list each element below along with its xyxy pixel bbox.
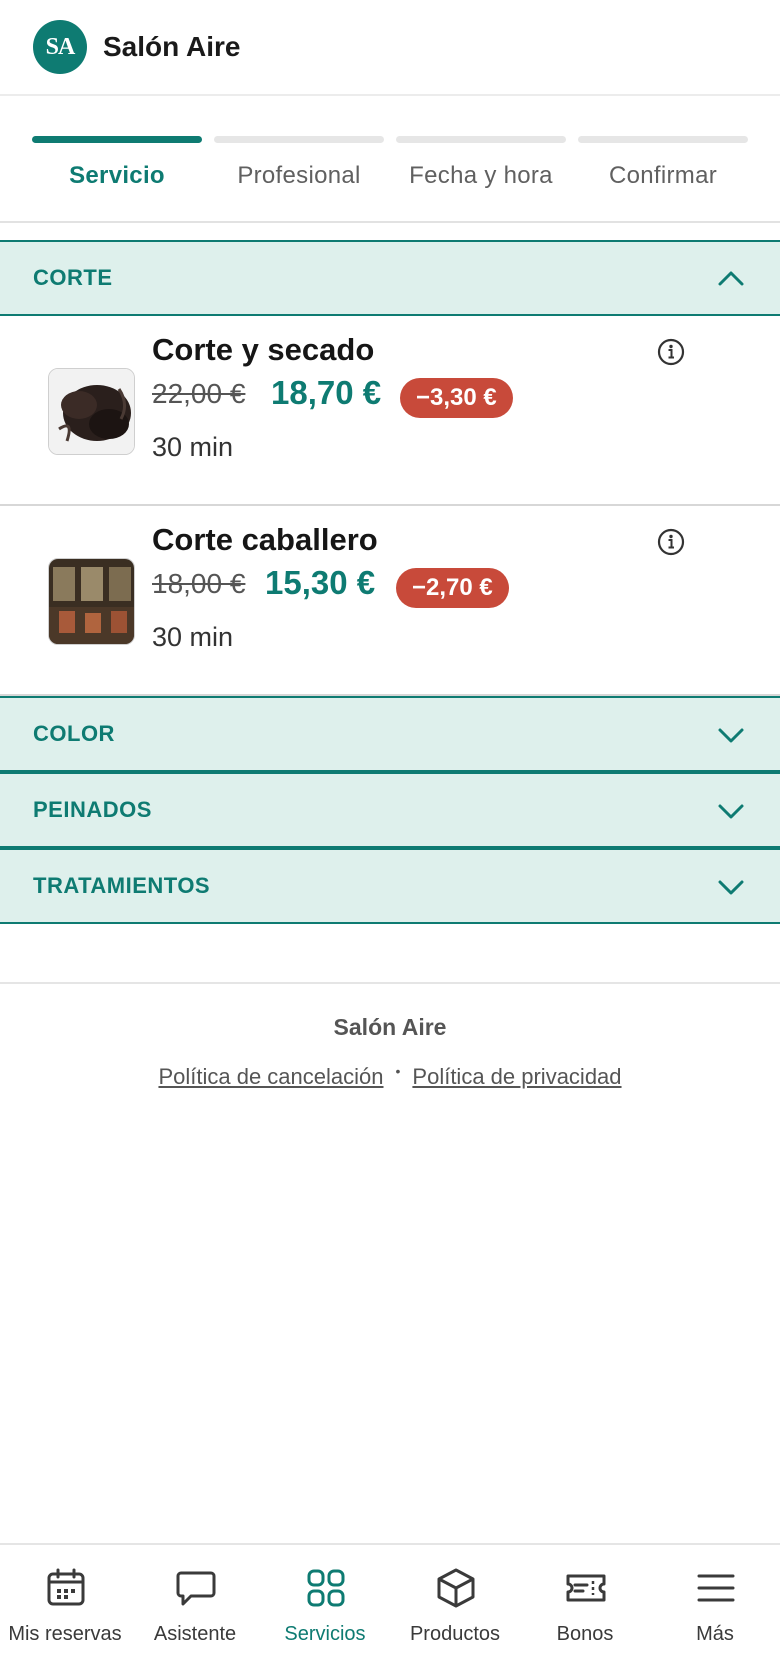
footer-salon-name: Salón Aire [333,1014,447,1040]
booking-stepper: Servicio Profesional Fecha y hora Confir… [0,96,780,223]
bottom-nav: Mis reservas Asistente Servicios Product… [0,1543,780,1660]
step-progress-bar [578,136,748,143]
nav-label: Mis reservas [8,1623,122,1645]
discount-badge: −3,30 € [400,378,513,418]
step-label: Servicio [69,162,165,189]
category-label: PEINADOS [33,797,152,822]
nav-mis-reservas[interactable]: Mis reservas [0,1545,130,1660]
category-label: COLOR [33,721,115,746]
category-color[interactable]: COLOR [0,696,780,772]
chevron-down-icon [718,804,744,819]
service-name: Corte caballero [152,522,378,557]
nav-label: Servicios [284,1623,366,1645]
service-duration: 30 min [152,622,234,652]
discounted-price: 15,30 € [265,564,376,601]
link-separator: • [395,1063,401,1079]
app-header: SA Salón Aire [0,0,780,96]
ticket-icon [566,1574,606,1602]
step-label: Confirmar [608,162,718,189]
privacy-policy-link[interactable]: Política de privacidad [412,1064,621,1090]
chat-icon [176,1571,216,1606]
nav-servicios[interactable]: Servicios [260,1545,390,1660]
footer-links: Política de cancelación • Política de pr… [0,1063,780,1090]
info-icon[interactable] [657,528,685,556]
original-price: 18,00 € [152,568,246,599]
category-tratamientos[interactable]: TRATAMIENTOS [0,848,780,924]
page-footer: Salón Aire Política de cancelación • Pol… [0,982,780,1112]
nav-mas[interactable]: Más [650,1545,780,1660]
nav-label: Más [696,1623,734,1645]
service-duration: 30 min [152,432,234,462]
menu-icon [697,1574,735,1602]
chevron-down-icon [718,880,744,895]
original-price: 22,00 € [152,378,246,409]
info-icon[interactable] [657,338,685,366]
step-progress-bar [396,136,566,143]
box-icon [437,1568,475,1608]
service-thumbnail [48,558,135,645]
nav-asistente[interactable]: Asistente [130,1545,260,1660]
nav-bonos[interactable]: Bonos [520,1545,650,1660]
service-name: Corte y secado [152,332,375,367]
salon-logo[interactable]: SA [33,20,87,74]
step-label: Fecha y hora [409,162,553,189]
category-label: TRATAMIENTOS [33,873,211,898]
cancellation-policy-link[interactable]: Política de cancelación [158,1064,383,1090]
service-item[interactable]: Corte y secado 22,00 € 18,70 € −3,30 € 3… [0,316,780,506]
discount-badge: −2,70 € [396,568,509,608]
category-peinados[interactable]: PEINADOS [0,772,780,848]
chevron-down-icon [718,728,744,743]
chevron-up-icon [718,271,744,286]
category-label: CORTE [33,265,113,290]
step-progress-bar [214,136,384,143]
nav-label: Asistente [153,1623,237,1645]
service-item[interactable]: Corte caballero 18,00 € 15,30 € −2,70 € … [0,506,780,696]
nav-label: Bonos [556,1623,614,1645]
step-progress-bar [32,136,202,143]
calendar-icon [47,1568,85,1606]
nav-label: Productos [409,1623,501,1645]
grid-icon [307,1569,345,1607]
salon-title: Salón Aire [103,31,241,62]
step-label: Profesional [237,162,361,189]
nav-productos[interactable]: Productos [390,1545,520,1660]
category-corte[interactable]: CORTE [0,240,780,316]
service-thumbnail [48,368,135,455]
discounted-price: 18,70 € [271,374,382,411]
